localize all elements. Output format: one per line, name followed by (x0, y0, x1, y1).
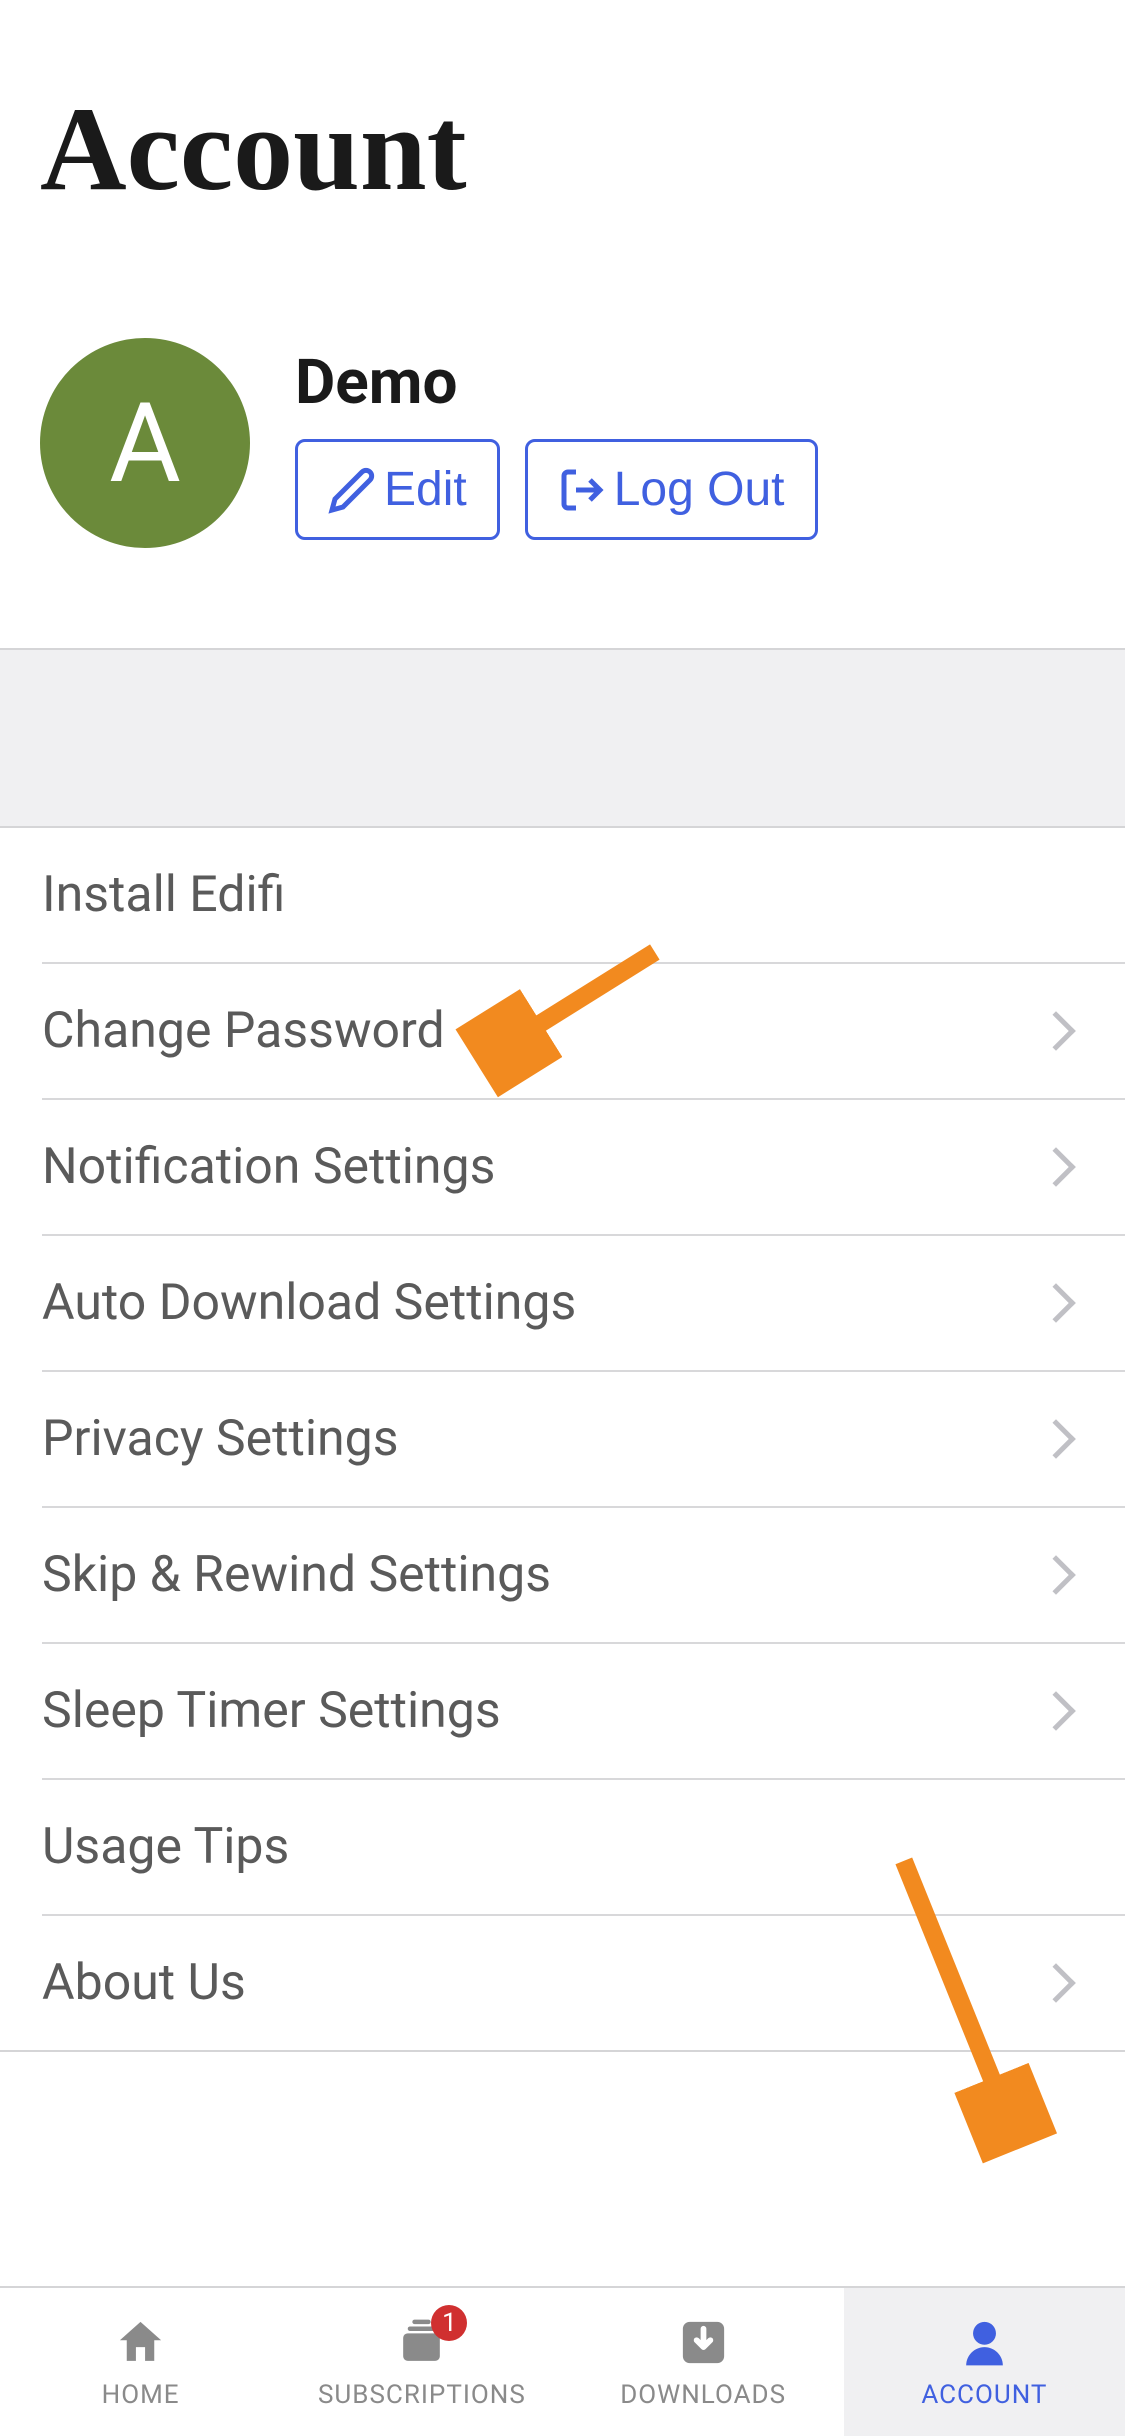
home-icon (113, 2315, 168, 2370)
chevron-right-icon (1036, 1963, 1076, 2003)
tab-subscriptions[interactable]: 1 SUBSCRIPTIONS (281, 2288, 562, 2436)
profile-section: A Demo Edit Log Out (0, 258, 1125, 648)
tab-label: HOME (102, 2380, 180, 2410)
settings-item-label: Skip & Rewind Settings (42, 1546, 551, 1604)
chevron-right-icon (1036, 1147, 1076, 1187)
settings-item-label: Install Edifi (42, 866, 285, 924)
tab-account[interactable]: ACCOUNT (844, 2288, 1125, 2436)
profile-info: Demo Edit Log Out (295, 346, 818, 540)
profile-buttons: Edit Log Out (295, 439, 818, 540)
tab-home[interactable]: HOME (0, 2288, 281, 2436)
logout-button[interactable]: Log Out (525, 439, 818, 540)
settings-item-auto-download-settings[interactable]: Auto Download Settings (42, 1236, 1125, 1372)
subscriptions-badge: 1 (431, 2305, 467, 2341)
list-divider (0, 2050, 1125, 2052)
logout-button-label: Log Out (614, 462, 785, 517)
header: Account (0, 0, 1125, 258)
logout-icon (558, 466, 606, 514)
settings-item-install-edifi[interactable]: Install Edifi (42, 828, 1125, 964)
username: Demo (295, 346, 818, 419)
settings-item-label: About Us (42, 1954, 246, 2012)
section-spacer (0, 648, 1125, 828)
pencil-icon (328, 466, 376, 514)
settings-item-label: Notification Settings (42, 1138, 495, 1196)
chevron-right-icon (1036, 1555, 1076, 1595)
chevron-right-icon (1036, 1283, 1076, 1323)
settings-item-label: Usage Tips (42, 1818, 289, 1876)
tab-label: SUBSCRIPTIONS (318, 2380, 526, 2410)
edit-button[interactable]: Edit (295, 439, 500, 540)
settings-item-label: Privacy Settings (42, 1410, 399, 1468)
edit-button-label: Edit (384, 462, 467, 517)
page-title: Account (40, 80, 1085, 218)
subscriptions-icon: 1 (394, 2315, 449, 2370)
settings-item-privacy-settings[interactable]: Privacy Settings (42, 1372, 1125, 1508)
settings-item-label: Change Password (42, 1002, 445, 1060)
settings-item-label: Sleep Timer Settings (42, 1682, 501, 1740)
tab-downloads[interactable]: DOWNLOADS (563, 2288, 844, 2436)
tab-label: ACCOUNT (921, 2380, 1047, 2410)
avatar[interactable]: A (40, 338, 250, 548)
person-icon (957, 2315, 1012, 2370)
avatar-letter: A (109, 379, 181, 508)
settings-item-skip-rewind-settings[interactable]: Skip & Rewind Settings (42, 1508, 1125, 1644)
chevron-right-icon (1036, 1691, 1076, 1731)
settings-item-sleep-timer-settings[interactable]: Sleep Timer Settings (42, 1644, 1125, 1780)
chevron-right-icon (1036, 1419, 1076, 1459)
settings-list: Install Edifi Change Password Notificati… (0, 828, 1125, 2050)
settings-item-label: Auto Download Settings (42, 1274, 576, 1332)
settings-item-change-password[interactable]: Change Password (42, 964, 1125, 1100)
settings-item-usage-tips[interactable]: Usage Tips (42, 1780, 1125, 1916)
tabbar: HOME 1 SUBSCRIPTIONS DOWNLOADS ACCOUNT (0, 2286, 1125, 2436)
settings-item-about-us[interactable]: About Us (42, 1916, 1125, 2050)
tab-label: DOWNLOADS (620, 2380, 786, 2410)
download-icon (676, 2315, 731, 2370)
settings-item-notification-settings[interactable]: Notification Settings (42, 1100, 1125, 1236)
chevron-right-icon (1036, 1011, 1076, 1051)
